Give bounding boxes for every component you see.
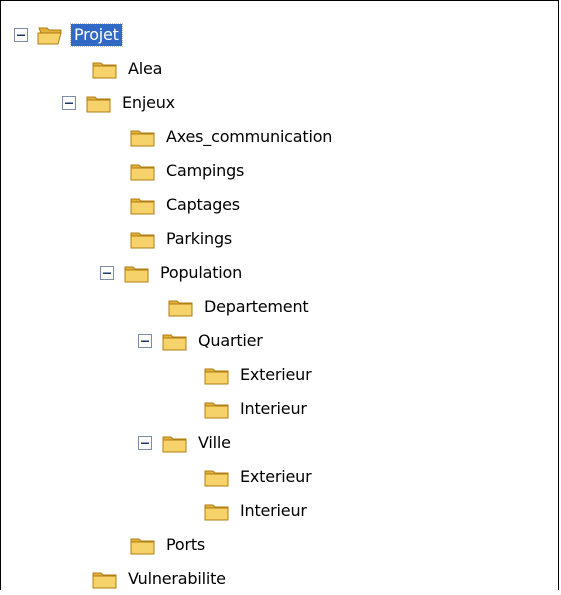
- collapse-icon[interactable]: [13, 27, 29, 43]
- folder-icon: [203, 363, 231, 387]
- tree-node-campings[interactable]: Campings: [129, 155, 247, 187]
- tree-node-quartier-exterieur[interactable]: Exterieur: [203, 359, 314, 391]
- tree-node-label[interactable]: Parkings: [163, 228, 235, 250]
- folder-icon: [167, 295, 195, 319]
- tree-node-label[interactable]: Enjeux: [119, 92, 178, 114]
- folder-icon: [203, 465, 231, 489]
- tree-node-departement[interactable]: Departement: [167, 291, 311, 323]
- tree-node-label[interactable]: Quartier: [195, 330, 266, 352]
- tree-node-population[interactable]: Population: [99, 257, 245, 289]
- collapse-icon[interactable]: [99, 265, 115, 281]
- folder-icon: [129, 193, 157, 217]
- tree-node-label[interactable]: Campings: [163, 160, 247, 182]
- tree-node-ville[interactable]: Ville: [137, 427, 234, 459]
- tree-node-axes-communication[interactable]: Axes_communication: [129, 121, 335, 153]
- tree-node-ports[interactable]: Ports: [129, 529, 208, 561]
- tree-node-label[interactable]: Interieur: [237, 500, 310, 522]
- collapse-icon[interactable]: [61, 95, 77, 111]
- folder-icon: [161, 329, 189, 353]
- folder-icon: [129, 159, 157, 183]
- folder-icon: [85, 91, 113, 115]
- tree-node-label[interactable]: Captages: [163, 194, 243, 216]
- collapse-icon[interactable]: [137, 333, 153, 349]
- tree-node-vulnerabilite[interactable]: Vulnerabilite: [91, 563, 229, 595]
- folder-icon: [129, 227, 157, 251]
- tree-node-label[interactable]: Exterieur: [237, 364, 314, 386]
- folder-icon: [161, 431, 189, 455]
- tree-node-label[interactable]: Departement: [201, 296, 311, 318]
- folder-icon: [203, 499, 231, 523]
- tree-node-label[interactable]: Axes_communication: [163, 126, 335, 148]
- tree-node-label[interactable]: Population: [157, 262, 245, 284]
- tree-node-label[interactable]: Interieur: [237, 398, 310, 420]
- tree-node-quartier-interieur[interactable]: Interieur: [203, 393, 310, 425]
- tree-node-captages[interactable]: Captages: [129, 189, 243, 221]
- tree-node-label[interactable]: Exterieur: [237, 466, 314, 488]
- tree-node-projet[interactable]: Projet: [13, 19, 123, 51]
- folder-icon: [91, 57, 119, 81]
- tree-node-parkings[interactable]: Parkings: [129, 223, 235, 255]
- tree-node-ville-interieur[interactable]: Interieur: [203, 495, 310, 527]
- folder-tree: Projet Alea Enjeux Axes_communication Ca…: [1, 1, 560, 591]
- tree-node-label[interactable]: Projet: [70, 23, 123, 47]
- tree-node-label[interactable]: Ville: [195, 432, 234, 454]
- folder-icon: [91, 567, 119, 591]
- tree-node-label[interactable]: Vulnerabilite: [125, 568, 229, 590]
- tree-node-quartier[interactable]: Quartier: [137, 325, 266, 357]
- folder-icon: [129, 125, 157, 149]
- collapse-icon[interactable]: [137, 435, 153, 451]
- folder-open-icon: [37, 23, 65, 47]
- tree-node-ville-exterieur[interactable]: Exterieur: [203, 461, 314, 493]
- folder-icon: [129, 533, 157, 557]
- folder-icon: [123, 261, 151, 285]
- tree-panel: Projet Alea Enjeux Axes_communication Ca…: [0, 0, 559, 590]
- tree-node-label[interactable]: Alea: [125, 58, 165, 80]
- tree-node-alea[interactable]: Alea: [91, 53, 165, 85]
- tree-node-label[interactable]: Ports: [163, 534, 208, 556]
- tree-node-enjeux[interactable]: Enjeux: [61, 87, 178, 119]
- folder-icon: [203, 397, 231, 421]
